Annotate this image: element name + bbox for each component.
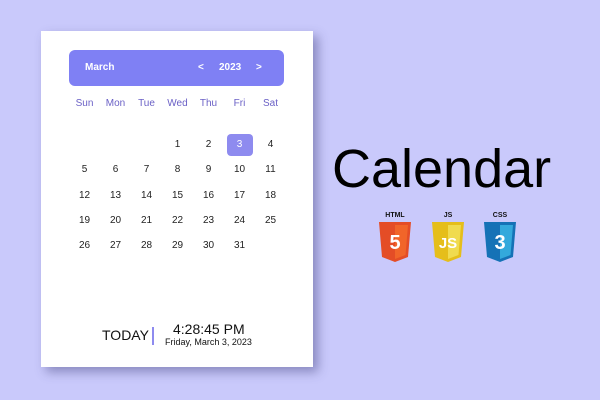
current-time: 4:28:45 PM [173,321,245,337]
day-cell[interactable]: 5 [69,157,100,182]
day-cell[interactable]: 19 [69,208,100,233]
day-cell[interactable]: 21 [131,208,162,233]
page-title: Calendar [332,139,552,199]
html-badge-label: HTML [385,212,405,219]
weekday-label: Sat [262,98,278,109]
day-cell[interactable]: 10 [224,157,255,182]
day-cell[interactable]: 4 [255,132,286,157]
days-grid: 1 2 3 4 5 6 7 8 9 10 11 12 13 14 15 16 17 18 19 20 21 22 23 24 2… [69,132,286,258]
js-badge-label: JS [443,212,453,219]
weekday-label: Fri [233,98,246,109]
month-label: March [85,62,115,73]
day-number: 7 [143,164,150,176]
weekday-label: Sun [75,98,94,109]
js-glyph: JS [439,235,457,252]
day-number: 25 [264,215,277,227]
day-number: 13 [109,189,122,201]
day-number: 11 [265,164,276,176]
day-cell[interactable]: 7 [131,157,162,182]
day-number: 20 [109,215,122,227]
weekday-label: Tue [138,98,155,109]
css3-icon: CSS 3 [481,212,519,262]
weekday-label: Mon [105,98,126,109]
day-cell[interactable]: 23 [193,208,224,233]
day-number: 27 [109,240,122,252]
day-cell[interactable]: 16 [193,183,224,208]
day-cell-empty [255,233,286,258]
day-cell-empty [100,132,131,157]
prev-year-button[interactable]: < [198,62,204,73]
day-cell[interactable]: 22 [162,208,193,233]
day-number: 24 [233,215,246,227]
tech-logos: HTML 5 JS JS CSS 3 [376,212,522,262]
day-number: 10 [233,164,246,176]
day-cell[interactable]: 18 [255,183,286,208]
calendar-card: March < 2023 > Sun Mon Tue Wed Thu Fri S… [41,31,313,367]
day-number: 14 [140,189,153,201]
day-cell[interactable]: 25 [255,208,286,233]
js-icon: JS JS [429,212,467,262]
day-number: 4 [267,139,274,151]
day-cell[interactable]: 6 [100,157,131,182]
weekday-row: Sun Mon Tue Wed Thu Fri Sat [69,98,286,112]
weekday-label: Thu [199,98,218,109]
day-cell-empty [69,132,100,157]
day-cell[interactable]: 30 [193,233,224,258]
footer-divider [152,327,154,345]
day-cell[interactable]: 8 [162,157,193,182]
day-cell-empty [131,132,162,157]
current-date: Friday, March 3, 2023 [165,337,252,347]
day-cell[interactable]: 9 [193,157,224,182]
day-cell-selected[interactable]: 3 [224,132,255,157]
day-number: 3 [226,133,253,156]
css-badge-label: CSS [492,212,508,219]
day-cell[interactable]: 13 [100,183,131,208]
year-label: 2023 [219,62,242,73]
next-year-button[interactable]: > [256,62,262,73]
day-number: 31 [233,240,246,252]
day-cell[interactable]: 29 [162,233,193,258]
day-cell[interactable]: 12 [69,183,100,208]
day-number: 16 [202,189,215,201]
day-number: 22 [171,215,184,227]
day-cell[interactable]: 24 [224,208,255,233]
day-number: 15 [171,189,184,201]
day-number: 28 [140,240,153,252]
day-number: 2 [205,139,212,151]
day-number: 6 [112,164,119,176]
weekday-label: Wed [167,98,188,109]
day-cell[interactable]: 14 [131,183,162,208]
day-number: 21 [140,215,153,227]
day-cell[interactable]: 28 [131,233,162,258]
day-cell[interactable]: 2 [193,132,224,157]
html-glyph: 5 [389,232,400,254]
css-glyph: 3 [494,232,505,254]
day-cell[interactable]: 11 [255,157,286,182]
calendar-header: March < 2023 > [69,50,284,86]
day-number: 1 [174,139,181,151]
today-button[interactable]: TODAY [102,327,149,343]
html5-icon: HTML 5 [376,212,414,262]
day-number: 23 [202,215,215,227]
day-number: 17 [233,189,246,201]
day-cell[interactable]: 15 [162,183,193,208]
day-number: 29 [171,240,184,252]
day-number: 12 [78,189,91,201]
day-cell[interactable]: 1 [162,132,193,157]
day-number: 5 [81,164,88,176]
day-number: 18 [264,189,277,201]
day-number: 26 [78,240,91,252]
day-cell[interactable]: 31 [224,233,255,258]
day-cell[interactable]: 17 [224,183,255,208]
day-cell[interactable]: 27 [100,233,131,258]
day-number: 19 [78,215,91,227]
day-number: 9 [205,164,212,176]
day-cell[interactable]: 26 [69,233,100,258]
day-number: 8 [174,164,181,176]
day-cell[interactable]: 20 [100,208,131,233]
day-number: 30 [202,240,215,252]
